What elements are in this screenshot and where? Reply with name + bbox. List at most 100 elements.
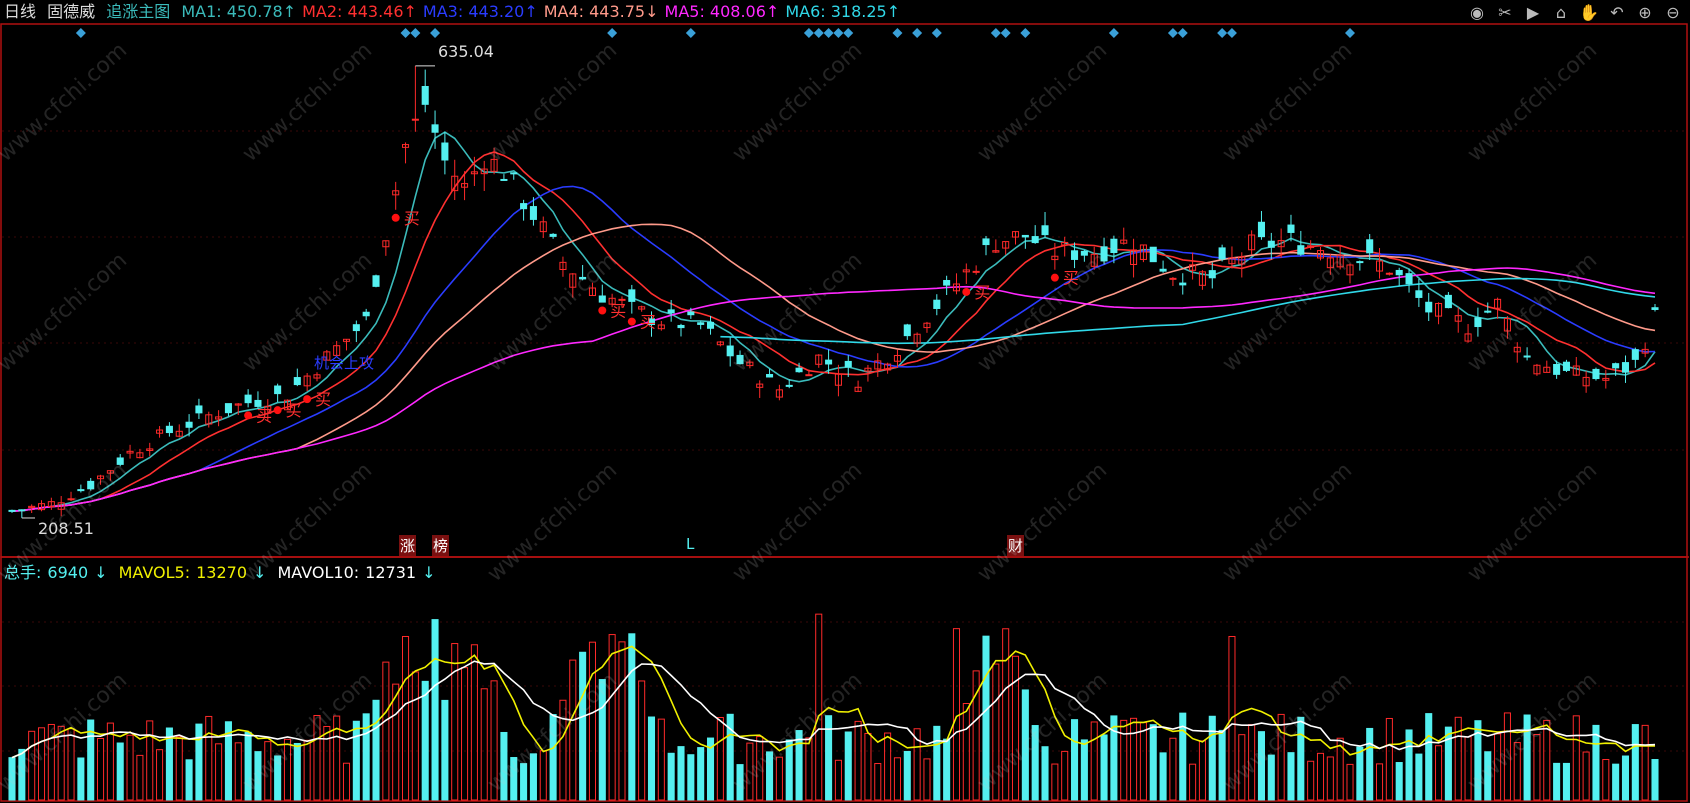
volume-bar xyxy=(500,731,508,801)
kline-chart[interactable]: 买买买买买买买买 xyxy=(0,0,1690,803)
ma6-legend: MA6: 318.25↑ xyxy=(785,2,901,21)
volume-bar xyxy=(1621,755,1630,801)
volume-bar xyxy=(618,641,626,801)
volume-bar xyxy=(667,752,675,801)
candle-body xyxy=(1208,270,1216,279)
volume-bar xyxy=(608,634,616,801)
undo-icon[interactable]: ↶ xyxy=(1606,2,1628,24)
chart-toolbar: ◉ ✂ ▶ ⌂ ✋ ↶ ⊕ ⊖ xyxy=(1466,2,1684,24)
mark-l[interactable]: L xyxy=(686,535,694,553)
period-label[interactable]: 日线 xyxy=(4,2,36,21)
candle-body xyxy=(372,275,380,287)
volume-bar xyxy=(834,759,842,801)
volume-bar xyxy=(1533,733,1541,801)
candle-body xyxy=(1041,225,1049,236)
volume-bar xyxy=(1385,717,1393,801)
candle-body xyxy=(1021,234,1029,238)
signal-diamond xyxy=(990,28,1001,38)
volume-bar xyxy=(372,699,380,801)
candle-body xyxy=(1169,277,1177,280)
mavol5-line xyxy=(11,645,1655,759)
volume-bar xyxy=(97,737,105,801)
zoom-out-icon[interactable]: ⊖ xyxy=(1662,2,1684,24)
candle-body xyxy=(352,324,360,332)
zoom-in-icon[interactable]: ⊕ xyxy=(1634,2,1656,24)
volume-bar xyxy=(1130,717,1138,801)
buy-dot xyxy=(627,317,636,326)
volume-bar xyxy=(1002,628,1010,801)
candle-body xyxy=(687,311,695,316)
volume-bar xyxy=(1435,745,1443,801)
signal-diamond xyxy=(912,28,923,38)
mark-zhang[interactable]: 涨 xyxy=(399,535,417,556)
volume-bar xyxy=(195,723,203,801)
volume-bar xyxy=(1159,752,1167,801)
candle-body xyxy=(8,509,16,512)
mavol10-label: MAVOL10: xyxy=(277,563,360,582)
scissors-icon[interactable]: ✂ xyxy=(1494,2,1516,24)
candle-body xyxy=(825,359,833,365)
ma1-legend: MA1: 450.78↑ xyxy=(181,2,297,21)
mark-cai[interactable]: 财 xyxy=(1007,535,1025,556)
volume-bar xyxy=(559,699,567,801)
volume-bar xyxy=(1208,715,1216,801)
play-icon[interactable]: ▶ xyxy=(1522,2,1544,24)
candle-body xyxy=(520,203,528,210)
volume-bar xyxy=(205,715,213,801)
candle-body xyxy=(1444,294,1452,309)
candle-body xyxy=(1612,363,1620,369)
volume-bar xyxy=(1651,759,1659,801)
volume-bar xyxy=(549,714,557,801)
volume-bar xyxy=(982,635,990,801)
volume-bar xyxy=(67,728,75,801)
signal-diamond xyxy=(931,28,942,38)
signal-diamond xyxy=(410,28,421,38)
volume-bar xyxy=(962,703,970,801)
buy-dot xyxy=(391,213,400,222)
ma6-line xyxy=(720,277,1656,345)
candle-body xyxy=(274,385,282,395)
volume-bar xyxy=(756,736,764,801)
indicator-name[interactable]: 追涨主图 xyxy=(106,2,170,21)
buy-label: 买 xyxy=(315,390,331,409)
volume-bar xyxy=(1464,736,1472,801)
volume-bar xyxy=(1494,733,1502,801)
lock-icon[interactable]: ⌂ xyxy=(1550,2,1572,24)
candle-body xyxy=(1149,246,1157,263)
candle-body xyxy=(431,124,439,133)
mark-bang[interactable]: 榜 xyxy=(432,535,450,556)
volume-bar xyxy=(136,754,144,801)
ma2-legend: MA2: 443.46↑ xyxy=(302,2,417,21)
volume-bar xyxy=(569,659,577,801)
volume-bar xyxy=(1248,724,1256,801)
candle-body xyxy=(1395,269,1403,276)
signal-text: 机会上攻 xyxy=(314,354,375,372)
buy-dot xyxy=(962,287,971,296)
volume-bar xyxy=(775,756,783,801)
buy-label: 买 xyxy=(640,313,656,332)
volume-bar xyxy=(795,730,803,801)
volume-bar xyxy=(1415,753,1423,801)
volume-bar xyxy=(1169,737,1177,801)
candle-body xyxy=(549,233,557,237)
volume-bar xyxy=(1641,724,1649,801)
volume-bar xyxy=(185,759,193,801)
volume-bar xyxy=(411,671,419,801)
volume-bar xyxy=(480,688,488,801)
hand-icon[interactable]: ✋ xyxy=(1578,2,1600,24)
volume-bar xyxy=(1021,689,1029,801)
eye-icon[interactable]: ◉ xyxy=(1466,2,1488,24)
volume-bar xyxy=(1454,716,1462,801)
buy-label: 买 xyxy=(256,406,272,425)
mavol5-arrow: ↓ xyxy=(253,563,267,582)
candle-body xyxy=(598,295,606,303)
volume-bar xyxy=(313,714,321,801)
volume-bar xyxy=(854,720,862,801)
volume-bar xyxy=(1287,752,1295,801)
candle-body xyxy=(244,394,252,404)
volume-bar xyxy=(1139,722,1147,801)
volume-bar xyxy=(1071,719,1079,801)
candle-body xyxy=(411,118,419,121)
volume-bar xyxy=(1189,763,1197,801)
volume-bar xyxy=(1277,713,1285,801)
